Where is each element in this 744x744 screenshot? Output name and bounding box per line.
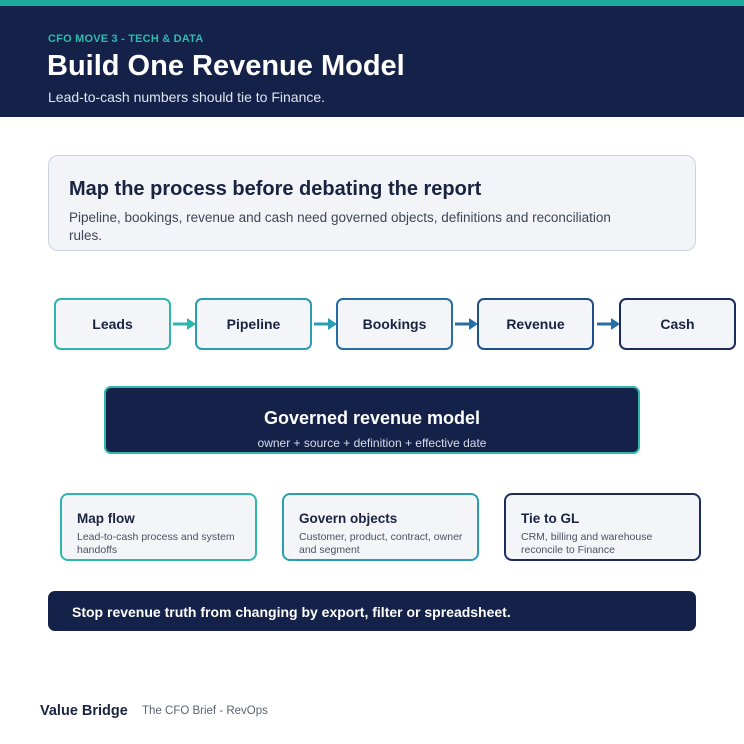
eyebrow-label: CFO MOVE 3 - TECH & DATA [48,33,204,45]
callout-text: Stop revenue truth from changing by expo… [72,604,511,620]
intro-panel: Map the process before debating the repo… [48,155,696,251]
header-banner: CFO MOVE 3 - TECH & DATA Build One Reven… [0,6,744,117]
arrow-right-icon [314,318,337,330]
flow-step-bookings: Bookings [336,298,453,350]
footer-tagline: The CFO Brief - RevOps [142,705,268,717]
flow-step-pipeline: Pipeline [195,298,312,350]
card-govern-objects: Govern objects Customer, product, contra… [282,493,479,561]
footer-brand: Value Bridge [40,703,128,719]
model-title: Governed revenue model [263,408,481,428]
arrow-right-icon [173,318,196,330]
card-map-flow: Map flow Lead-to-cash process and system… [60,493,257,561]
intro-title: Map the process before debating the repo… [69,178,482,200]
arrow-right-icon [455,318,478,330]
flow-step-leads: Leads [54,298,171,350]
flow-step-cash: Cash [619,298,736,350]
governed-model-panel: Governed revenue model owner + source + … [104,386,640,454]
card-title: Tie to GL [521,511,580,526]
card-body: Customer, product, contract, owner and s… [299,531,463,556]
model-subtitle: owner + source + definition + effective … [257,436,487,450]
card-body: Lead-to-cash process and system handoffs [77,531,235,556]
card-tie-to-gl: Tie to GL CRM, billing and warehouse rec… [504,493,701,561]
arrow-right-icon [597,318,620,330]
card-body: CRM, billing and warehouse reconcile to … [521,531,653,556]
card-title: Map flow [77,511,135,526]
page-subtitle: Lead-to-cash numbers should tie to Finan… [48,89,326,105]
intro-body: Pipeline, bookings, revenue and cash nee… [69,210,611,243]
flow-step-revenue: Revenue [477,298,594,350]
callout-banner: Stop revenue truth from changing by expo… [48,591,696,631]
page-title: Build One Revenue Model [47,50,405,82]
card-title: Govern objects [299,511,398,526]
